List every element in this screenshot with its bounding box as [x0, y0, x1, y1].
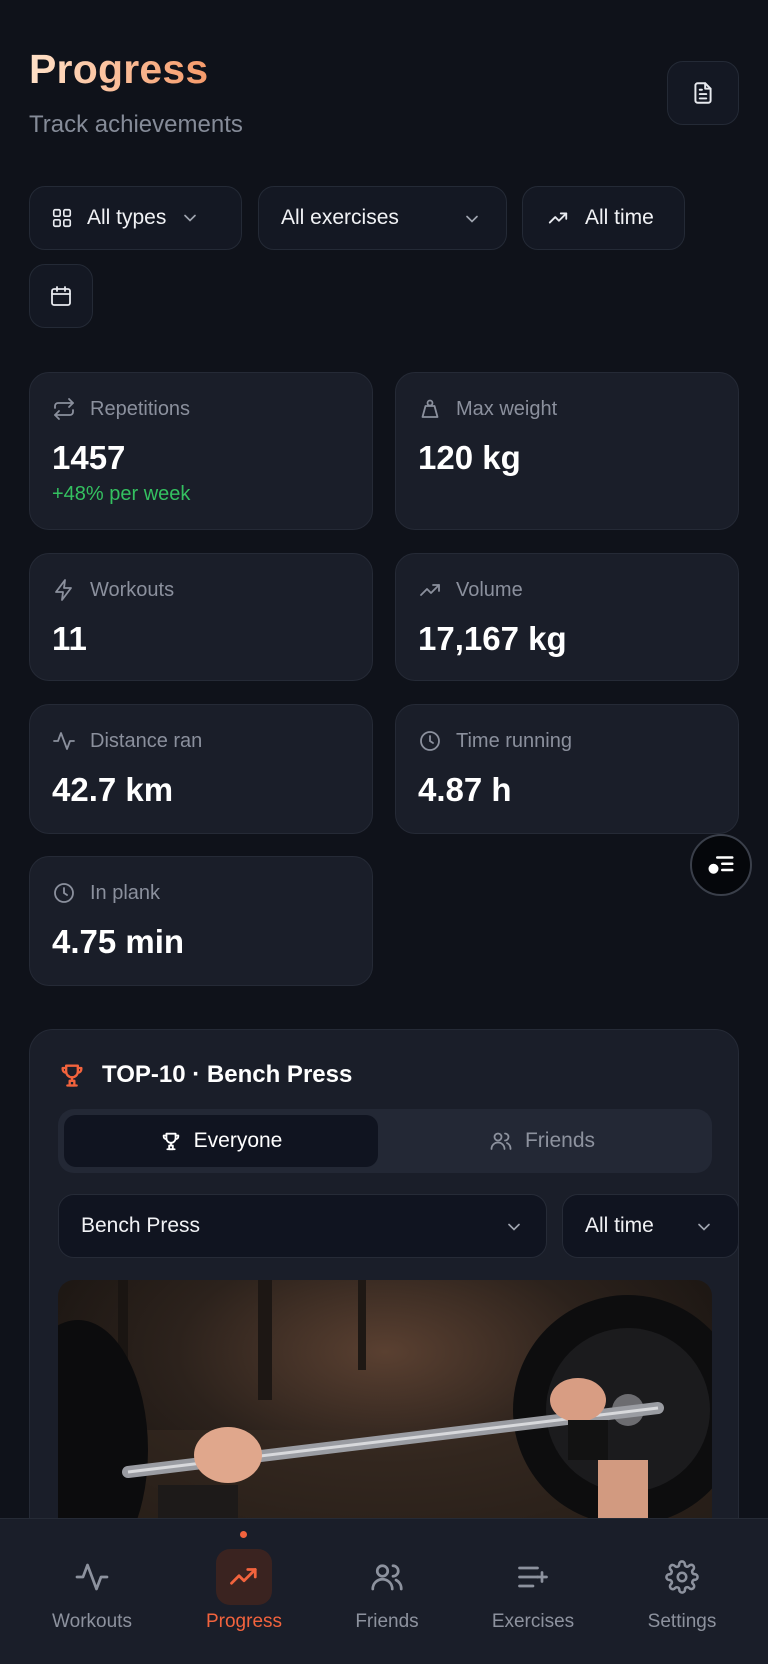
- list-add-icon: [518, 1566, 548, 1588]
- period-select-label: All time: [585, 1214, 654, 1237]
- tab-everyone[interactable]: Everyone: [64, 1115, 378, 1167]
- stat-label: Distance ran: [90, 729, 203, 752]
- tab-friends[interactable]: Friends: [378, 1115, 706, 1167]
- stat-value: 120 kg: [418, 439, 521, 476]
- page-subtitle: Track achievements: [29, 111, 243, 138]
- stat-card-time-running: Time running 4.87 h: [395, 704, 739, 834]
- stat-card-volume: Volume 17,167 kg: [395, 553, 739, 681]
- repeat-icon: [54, 398, 74, 420]
- stat-value: 4.87 h: [418, 771, 512, 808]
- page-title: Progress: [29, 46, 209, 92]
- nav-workouts[interactable]: Workouts: [17, 1519, 167, 1664]
- calendar-icon: [51, 286, 71, 306]
- nav-label: Friends: [355, 1611, 419, 1632]
- stat-label: Max weight: [456, 397, 558, 420]
- stat-value: 17,167 kg: [418, 620, 567, 657]
- nav-exercises[interactable]: Exercises: [458, 1519, 608, 1664]
- exercise-select-label: Bench Press: [81, 1214, 201, 1237]
- nav-progress[interactable]: Progress: [169, 1519, 319, 1664]
- report-button[interactable]: [667, 61, 739, 125]
- stat-label: Repetitions: [90, 397, 191, 420]
- stat-label: Workouts: [90, 578, 175, 601]
- filter-exercises-label: All exercises: [281, 206, 399, 229]
- lightning-icon: [55, 579, 72, 601]
- gear-icon: [665, 1560, 699, 1594]
- filter-types-dropdown[interactable]: All types: [29, 186, 242, 250]
- exercise-select[interactable]: Bench Press: [58, 1194, 547, 1258]
- stat-card-workouts: Workouts 11: [29, 553, 373, 681]
- stat-value: 11: [52, 620, 87, 657]
- grid-icon: [52, 208, 72, 228]
- stat-card-plank: In plank 4.75 min: [29, 856, 373, 986]
- trend-up-icon: [230, 1568, 257, 1585]
- nav-settings[interactable]: Settings: [607, 1519, 757, 1664]
- filter-period-button[interactable]: All time: [522, 186, 685, 250]
- nav-label: Settings: [647, 1611, 717, 1632]
- trophy-icon: [61, 1064, 83, 1087]
- activity-icon: [75, 1563, 109, 1591]
- users-icon: [371, 1564, 403, 1591]
- users-icon: [490, 1132, 512, 1150]
- chevron-down-icon: [184, 214, 197, 222]
- stat-value: 42.7 km: [52, 771, 174, 808]
- leaderboard-title: TOP-10 · Bench Press: [58, 1061, 352, 1089]
- calendar-button[interactable]: [29, 264, 93, 328]
- stat-delta: +48% per week: [52, 483, 191, 505]
- filter-exercises-dropdown[interactable]: All exercises: [258, 186, 507, 250]
- clock-icon: [420, 731, 440, 751]
- nav-label: Exercises: [491, 1611, 575, 1632]
- stat-label: Time running: [456, 729, 572, 752]
- floating-menu-button[interactable]: [690, 834, 752, 896]
- trend-up-icon: [548, 212, 568, 224]
- chevron-down-icon: [698, 1223, 710, 1231]
- nav-friends[interactable]: Friends: [312, 1519, 462, 1664]
- activity-icon: [53, 732, 75, 750]
- stat-label: In plank: [90, 881, 161, 904]
- stat-value: 1457: [52, 439, 126, 476]
- chevron-down-icon: [508, 1223, 520, 1231]
- stat-card-max-weight: Max weight 120 kg: [395, 372, 739, 530]
- progress-screen: Progress Track achievements All types Al…: [0, 0, 768, 1664]
- nav-label: Workouts: [52, 1611, 132, 1632]
- bench-press-photo: [58, 1280, 712, 1520]
- filter-period-label: All time: [585, 206, 654, 229]
- document-icon: [694, 82, 712, 104]
- stat-card-repetitions: Repetitions 1457 +48% per week: [29, 372, 373, 530]
- clock-icon: [54, 883, 74, 903]
- stat-card-distance: Distance ran 42.7 km: [29, 704, 373, 834]
- stat-value: 4.75 min: [52, 923, 185, 960]
- nav-label: Progress: [205, 1611, 283, 1632]
- chevron-down-icon: [466, 215, 478, 223]
- leaderboard-tabs: Everyone Friends: [58, 1109, 712, 1173]
- trophy-icon: [162, 1132, 179, 1151]
- stat-label: Volume: [456, 578, 523, 601]
- period-select[interactable]: All time: [562, 1194, 739, 1258]
- filter-list-icon: [708, 856, 734, 874]
- weight-icon: [421, 399, 439, 418]
- filter-types-label: All types: [87, 206, 167, 229]
- bottom-navigation: Workouts Progress Friends Exercises Sett: [0, 1518, 768, 1664]
- trend-up-icon: [420, 584, 440, 596]
